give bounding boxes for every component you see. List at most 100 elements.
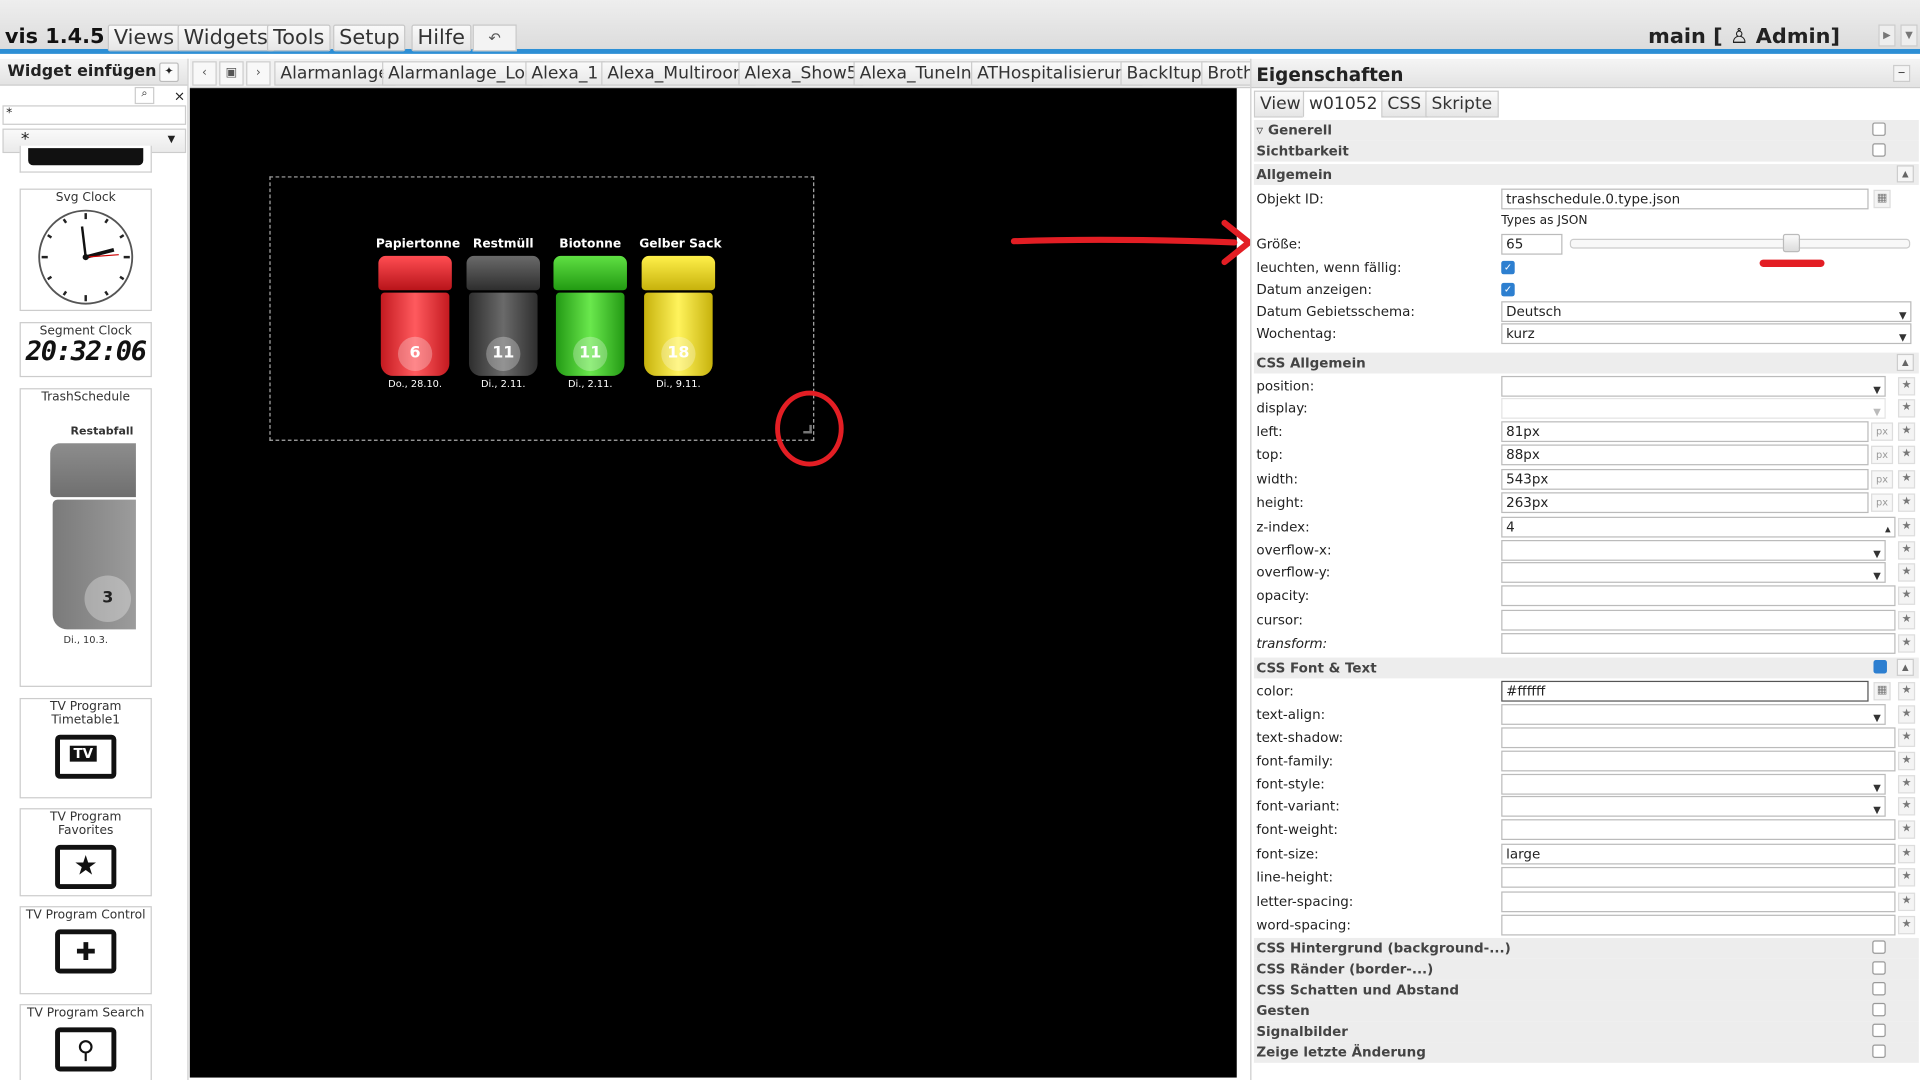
tab-alexa-tunein[interactable]: Alexa_TuneIn xyxy=(853,61,978,86)
star-icon[interactable]: ★ xyxy=(1897,634,1916,653)
widget-card-trashschedule[interactable]: TrashSchedule Restabfall 3 Di., 10.3. xyxy=(19,388,152,687)
star-icon[interactable]: ★ xyxy=(1897,422,1916,441)
section-css-raender[interactable]: CSS Ränder (border-...) xyxy=(1253,958,1919,980)
letter-spacing-input[interactable] xyxy=(1501,891,1896,913)
star-icon[interactable]: ★ xyxy=(1897,797,1916,816)
tab-backitup[interactable]: BackItup xyxy=(1120,61,1208,86)
section-sichtbarkeit[interactable]: Sichtbarkeit xyxy=(1253,140,1919,162)
transform-input[interactable] xyxy=(1501,633,1896,654)
collapse-caret-icon[interactable]: ▲ xyxy=(1896,165,1914,183)
undo-button[interactable]: ↶ xyxy=(472,24,517,52)
font-variant-select[interactable]: ▼ xyxy=(1501,795,1886,817)
object-browser-icon[interactable]: ▦ xyxy=(1873,189,1891,209)
tab-scroll-left-icon[interactable]: ‹ xyxy=(192,61,217,86)
font-style-select[interactable]: ▼ xyxy=(1501,773,1886,795)
tab-view[interactable]: View xyxy=(1253,90,1307,118)
tab-alexa-show5[interactable]: Alexa_Show5 xyxy=(738,61,864,86)
tab-widget-id[interactable]: w01052 xyxy=(1302,90,1384,118)
menu-views[interactable]: Views xyxy=(107,24,181,52)
tab-alarmanlage[interactable]: Alarmanlage xyxy=(274,61,396,86)
text-shadow-input[interactable] xyxy=(1501,727,1896,749)
section-css-allgemein[interactable]: CSS Allgemein ▲ xyxy=(1253,352,1919,374)
star-icon[interactable]: ★ xyxy=(1897,868,1916,887)
tab-brothe[interactable]: Brothe xyxy=(1201,61,1251,86)
gesten-checkbox[interactable] xyxy=(1872,1002,1886,1017)
palette-filter-input[interactable]: * xyxy=(2,105,187,125)
section-letzte-aenderung[interactable]: Zeige letzte Änderung xyxy=(1253,1042,1919,1063)
section-css-schatten[interactable]: CSS Schatten und Abstand xyxy=(1253,979,1919,1001)
trash-icon[interactable]: ▣ xyxy=(219,61,244,86)
display-select[interactable]: ▼ xyxy=(1501,397,1886,419)
section-allgemein[interactable]: Allgemein ▲ xyxy=(1253,164,1919,185)
tab-athospitalisierung[interactable]: ATHospitalisierung xyxy=(971,61,1143,86)
tab-skripte[interactable]: Skripte xyxy=(1425,90,1499,118)
border-checkbox[interactable] xyxy=(1872,961,1886,975)
widget-card-tv-control[interactable]: TV Program Control ✚ xyxy=(19,906,152,995)
star-icon[interactable]: ★ xyxy=(1897,611,1916,630)
selected-widget-trashschedule[interactable]: Papiertonne 6 Do., 28.10. Restmüll 11 Di… xyxy=(269,176,815,441)
star-icon[interactable]: ★ xyxy=(1897,705,1916,724)
star-icon[interactable]: ★ xyxy=(1897,682,1916,701)
last-change-checkbox[interactable] xyxy=(1872,1044,1886,1058)
shadow-checkbox[interactable] xyxy=(1872,982,1886,996)
bg-checkbox[interactable] xyxy=(1872,940,1886,954)
star-icon[interactable]: ★ xyxy=(1897,751,1916,771)
signal-checkbox[interactable] xyxy=(1872,1023,1886,1038)
menu-tools[interactable]: Tools xyxy=(266,24,331,52)
widget-card-tv-favorites[interactable]: TV Program Favorites ★ xyxy=(19,808,152,897)
widget-card-tv-search[interactable]: TV Program Search ⚲ xyxy=(19,1004,152,1080)
collapse-caret-icon[interactable]: ▲ xyxy=(1896,658,1914,676)
tab-alexa-1[interactable]: Alexa_1 xyxy=(525,61,605,86)
opacity-input[interactable] xyxy=(1501,585,1896,607)
section-css-font-text[interactable]: CSS Font & Text ▲ xyxy=(1253,657,1919,679)
widget-card-tv-timetable[interactable]: TV Program Timetable1 TV xyxy=(19,697,152,799)
height-input[interactable]: 263px xyxy=(1501,492,1869,514)
widget-card-segment-clock[interactable]: Segment Clock 20:32:06 xyxy=(19,322,152,378)
star-icon[interactable]: ★ xyxy=(1897,892,1916,912)
star-icon[interactable]: ★ xyxy=(1897,844,1916,864)
star-icon[interactable]: ★ xyxy=(1897,915,1916,935)
section-signalbilder[interactable]: Signalbilder xyxy=(1253,1021,1919,1043)
zindex-input[interactable]: 4 ▲▼ xyxy=(1501,516,1896,538)
menu-hilfe[interactable]: Hilfe xyxy=(411,24,472,52)
tab-alexa-multiroom[interactable]: Alexa_Multiroom xyxy=(601,61,756,86)
objekt-id-input[interactable]: trashschedule.0.type.json xyxy=(1501,188,1869,210)
text-align-select[interactable]: ▼ xyxy=(1501,704,1886,725)
section-generell[interactable]: ▿ Generell xyxy=(1253,120,1919,141)
color-input[interactable]: #ffffff xyxy=(1501,680,1869,702)
star-icon[interactable]: ★ xyxy=(1897,493,1916,512)
gebietsschema-select[interactable]: Deutsch ▼ xyxy=(1501,301,1912,323)
star-icon[interactable]: ★ xyxy=(1897,728,1916,747)
menu-setup[interactable]: Setup xyxy=(333,24,406,52)
datum-anzeigen-checkbox[interactable]: ✓ xyxy=(1501,282,1515,297)
spinner-icon[interactable]: ▲▼ xyxy=(1885,520,1891,536)
tab-scroll-right-icon[interactable]: › xyxy=(246,61,271,86)
star-icon[interactable]: ★ xyxy=(1897,586,1916,605)
star-icon[interactable]: ★ xyxy=(1897,541,1916,560)
sichtbarkeit-checkbox[interactable] xyxy=(1872,143,1886,157)
left-input[interactable]: 81px xyxy=(1501,421,1869,443)
clear-icon[interactable]: × xyxy=(174,88,185,104)
tab-alarmanlage-log[interactable]: Alarmanlage_Log xyxy=(382,61,542,86)
overflow-y-select[interactable]: ▼ xyxy=(1501,562,1886,583)
overflow-x-select[interactable]: ▼ xyxy=(1501,540,1886,561)
star-icon[interactable]: ★ xyxy=(1897,445,1916,465)
star-icon[interactable]: ★ xyxy=(1897,470,1916,489)
cursor-input[interactable] xyxy=(1501,609,1896,631)
generell-checkbox[interactable] xyxy=(1872,122,1886,136)
collapse-caret-icon[interactable]: ▲ xyxy=(1896,353,1914,372)
star-icon[interactable]: ★ xyxy=(1897,517,1916,537)
word-spacing-input[interactable] xyxy=(1501,914,1896,936)
pin-icon[interactable]: ✦ xyxy=(159,62,179,83)
widget-card-partial[interactable] xyxy=(19,145,152,173)
groesse-input[interactable]: 65 xyxy=(1501,233,1563,255)
magnifier-icon[interactable]: ⌕ xyxy=(134,86,155,105)
star-icon[interactable]: ★ xyxy=(1897,820,1916,839)
position-select[interactable]: ▼ xyxy=(1501,375,1886,397)
groesse-slider-track[interactable] xyxy=(1569,238,1911,249)
widget-card-svg-clock[interactable]: Svg Clock xyxy=(19,188,152,312)
color-picker-icon[interactable]: ▦ xyxy=(1873,682,1891,701)
section-gesten[interactable]: Gesten xyxy=(1253,1000,1919,1022)
star-icon[interactable]: ★ xyxy=(1897,377,1916,396)
width-input[interactable]: 543px xyxy=(1501,468,1869,490)
